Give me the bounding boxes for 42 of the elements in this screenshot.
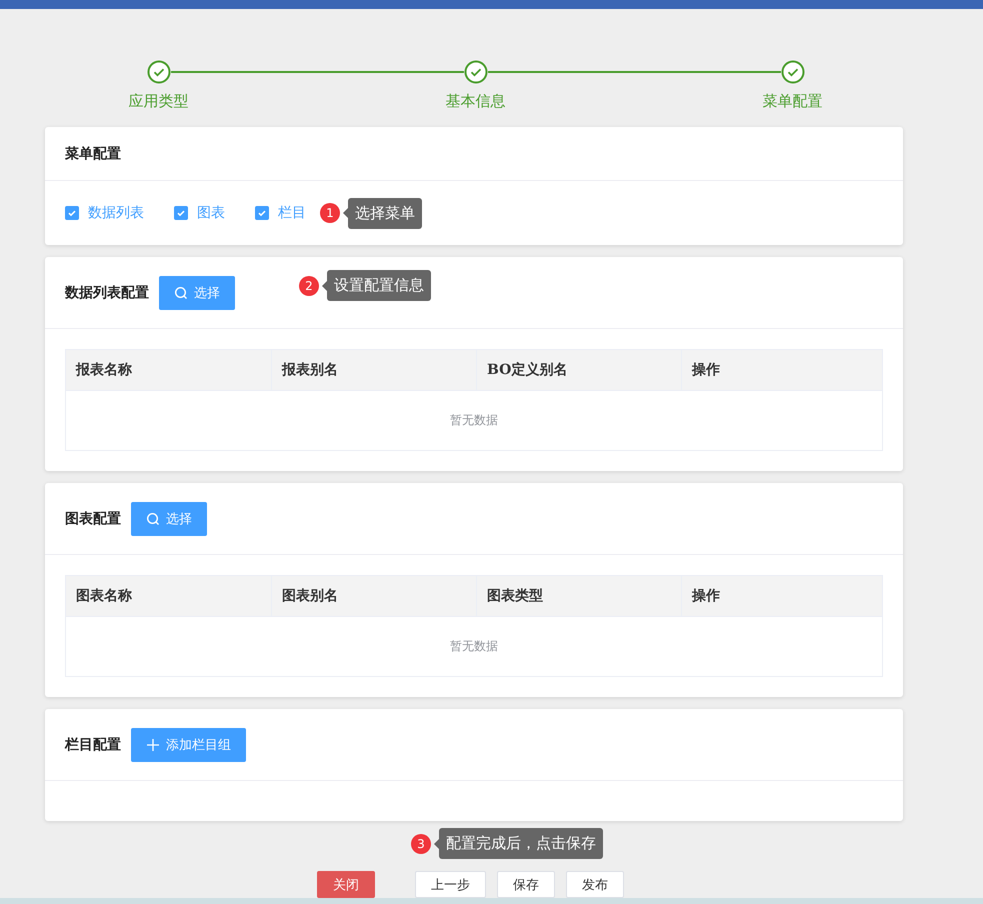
tooltip: 设置配置信息 bbox=[322, 270, 431, 301]
column-header: 操作 bbox=[690, 587, 721, 606]
plus-icon bbox=[146, 738, 160, 752]
check-icon bbox=[67, 208, 77, 218]
card-title: 菜单配置 bbox=[65, 144, 121, 162]
check-icon bbox=[176, 208, 186, 218]
footer-button[interactable]: 发布 bbox=[566, 871, 624, 898]
checkbox[interactable] bbox=[255, 206, 269, 220]
checkbox-label[interactable]: 图表 bbox=[197, 204, 225, 222]
card-title: 数据列表配置 bbox=[65, 284, 149, 302]
column-header: 操作 bbox=[690, 361, 721, 380]
select-button[interactable]: 选择 bbox=[131, 502, 207, 536]
step-label: 基本信息 bbox=[446, 92, 506, 111]
column-header: 图表名称 bbox=[66, 576, 272, 616]
step-number-badge: 3 bbox=[411, 834, 431, 854]
checkbox-label[interactable]: 栏目 bbox=[278, 204, 306, 222]
step-number-badge: 2 bbox=[299, 276, 319, 296]
search-icon bbox=[174, 286, 188, 300]
checkbox[interactable] bbox=[174, 206, 188, 220]
check-icon bbox=[257, 208, 267, 218]
column-header: 报表别名 bbox=[272, 350, 477, 390]
step-number-badge: 1 bbox=[320, 203, 340, 223]
close-button[interactable]: 关闭 bbox=[317, 871, 375, 898]
column-header: BO定义别名 bbox=[477, 350, 682, 390]
tooltip: 选择菜单 bbox=[343, 198, 422, 228]
footer-button[interactable]: 保存 bbox=[497, 871, 555, 898]
column-header: 图表别名 bbox=[272, 576, 477, 616]
card-title: 栏目配置 bbox=[65, 736, 121, 754]
tooltip: 配置完成后，点击保存 bbox=[434, 828, 603, 859]
card-title: 图表配置 bbox=[65, 510, 121, 528]
step-label: 应用类型 bbox=[128, 92, 188, 111]
empty-text: 暂无数据 bbox=[450, 412, 498, 429]
column-header: 报表名称 bbox=[66, 350, 272, 390]
step-label: 菜单配置 bbox=[762, 92, 822, 111]
footer-button[interactable]: 上一步 bbox=[415, 871, 486, 898]
add-group-button[interactable]: 添加栏目组 bbox=[131, 728, 246, 762]
select-button[interactable]: 选择 bbox=[159, 276, 235, 310]
checkbox[interactable] bbox=[65, 206, 79, 220]
empty-text: 暂无数据 bbox=[450, 638, 498, 655]
checkbox-label[interactable]: 数据列表 bbox=[88, 204, 144, 222]
search-icon bbox=[146, 512, 160, 526]
column-header: 图表类型 bbox=[477, 576, 682, 616]
